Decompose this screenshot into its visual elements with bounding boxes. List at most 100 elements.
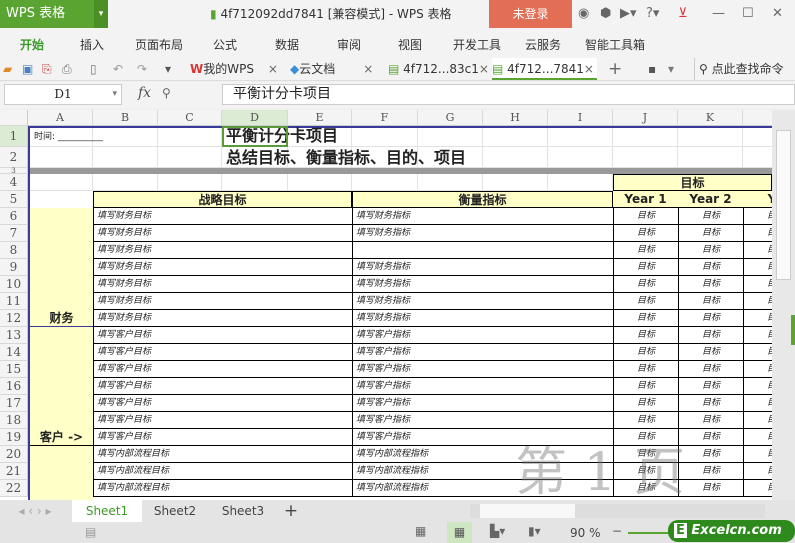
- screen-icon[interactable]: ▪: [648, 58, 656, 80]
- strategy-cell[interactable]: 填写客户目标: [93, 327, 352, 344]
- measure-cell[interactable]: 填写客户指标: [352, 327, 613, 344]
- column-header-H[interactable]: H: [483, 110, 548, 126]
- target-cell[interactable]: 目标: [743, 310, 772, 327]
- export-icon[interactable]: ⎘: [42, 58, 52, 80]
- strategy-cell[interactable]: 填写财务目标: [93, 276, 352, 293]
- row-header-14[interactable]: 14: [0, 344, 28, 361]
- tab-view[interactable]: 视图: [398, 36, 422, 53]
- strategy-cell[interactable]: 填写内部流程目标: [93, 446, 352, 463]
- share-icon[interactable]: ▶▾: [620, 6, 637, 21]
- target-cell[interactable]: 目标: [613, 293, 678, 310]
- strategy-cell[interactable]: 填写客户目标: [93, 412, 352, 429]
- row-header-1[interactable]: 1: [0, 126, 28, 147]
- sheet-nav-arrows-icon[interactable]: ◂ ‹ › ▸: [5, 500, 65, 522]
- category-finance[interactable]: 财务: [30, 208, 93, 327]
- measure-cell[interactable]: 填写客户指标: [352, 361, 613, 378]
- strategy-cell[interactable]: 填写财务目标: [93, 293, 352, 310]
- target-header[interactable]: 目标: [613, 174, 772, 191]
- tab-formulas[interactable]: 公式: [213, 36, 237, 53]
- measure-cell[interactable]: 填写财务指标: [352, 225, 613, 242]
- row-header-19[interactable]: 19: [0, 429, 28, 446]
- vertical-scrollbar[interactable]: [772, 110, 795, 500]
- target-cell[interactable]: 目标: [613, 310, 678, 327]
- tab-data[interactable]: 数据: [275, 36, 299, 53]
- target-cell[interactable]: 目标: [743, 208, 772, 225]
- maximize-icon[interactable]: ☐: [742, 6, 754, 21]
- tab-insert[interactable]: 插入: [80, 36, 104, 53]
- target-cell[interactable]: 目标: [678, 344, 743, 361]
- sheet-tab-sheet1[interactable]: Sheet1: [72, 500, 142, 522]
- settings-icon[interactable]: ⬢: [600, 6, 611, 21]
- strategy-cell[interactable]: 填写客户目标: [93, 378, 352, 395]
- chevron-down-icon[interactable]: ▾: [94, 0, 108, 28]
- target-cell[interactable]: 目标: [613, 208, 678, 225]
- column-header-G[interactable]: G: [418, 110, 483, 126]
- help-icon[interactable]: ?▾: [646, 6, 659, 21]
- target-cell[interactable]: 目标: [743, 259, 772, 276]
- row-header-2[interactable]: 2: [0, 147, 28, 168]
- tab-home[interactable]: 开始: [20, 36, 44, 53]
- tab-developer[interactable]: 开发工具: [453, 36, 501, 53]
- tab-smart-tools[interactable]: 智能工具箱: [585, 36, 645, 53]
- measure-cell[interactable]: [352, 242, 613, 259]
- measure-cell[interactable]: 填写财务指标: [352, 293, 613, 310]
- column-header-A[interactable]: A: [28, 110, 93, 126]
- row-header-22[interactable]: 22: [0, 480, 28, 497]
- time-label[interactable]: 时间: __________: [31, 129, 103, 142]
- row-header-6[interactable]: 6: [0, 208, 28, 225]
- target-cell[interactable]: 目标: [613, 361, 678, 378]
- column-header-I[interactable]: I: [548, 110, 613, 126]
- more-dropdown-icon[interactable]: ▾: [165, 58, 171, 80]
- target-cell[interactable]: 目标: [613, 327, 678, 344]
- side-panel-handle[interactable]: [791, 315, 795, 345]
- target-cell[interactable]: 目标: [678, 480, 743, 497]
- strategy-cell[interactable]: 填写内部流程目标: [93, 480, 352, 497]
- save-icon[interactable]: ▣: [22, 58, 33, 80]
- row-header-21[interactable]: 21: [0, 463, 28, 480]
- row-header-12[interactable]: 12: [0, 310, 28, 327]
- doc-tab-file1[interactable]: ▤ 4f712...83c1×: [388, 58, 489, 80]
- target-cell[interactable]: 目标: [613, 378, 678, 395]
- formula-input[interactable]: 平衡计分卡项目: [222, 84, 795, 105]
- redo-icon[interactable]: ↷: [137, 58, 147, 80]
- zoom-out-icon[interactable]: −: [612, 524, 622, 538]
- undo-icon[interactable]: ↶: [113, 58, 123, 80]
- target-cell[interactable]: 目标: [678, 361, 743, 378]
- category-internal[interactable]: [30, 446, 93, 500]
- target-cell[interactable]: 目标: [743, 378, 772, 395]
- target-cell[interactable]: 目标: [678, 276, 743, 293]
- target-cell[interactable]: 目标: [743, 327, 772, 344]
- scrollbar-thumb[interactable]: [776, 130, 791, 280]
- row-header-4[interactable]: 4: [0, 174, 28, 191]
- row-header-16[interactable]: 16: [0, 378, 28, 395]
- row-header-20[interactable]: 20: [0, 446, 28, 463]
- row-header-10[interactable]: 10: [0, 276, 28, 293]
- target-cell[interactable]: 目标: [743, 412, 772, 429]
- target-cell[interactable]: 目标: [678, 293, 743, 310]
- target-cell[interactable]: 目标: [678, 225, 743, 242]
- column-header-K[interactable]: K: [678, 110, 743, 126]
- target-cell[interactable]: 目标: [678, 327, 743, 344]
- row-header-17[interactable]: 17: [0, 395, 28, 412]
- column-header-L[interactable]: [743, 110, 772, 126]
- measure-cell[interactable]: 填写财务指标: [352, 276, 613, 293]
- target-cell[interactable]: 目标: [613, 395, 678, 412]
- target-cell[interactable]: 目标: [678, 429, 743, 446]
- row-header-11[interactable]: 11: [0, 293, 28, 310]
- strategy-cell[interactable]: 填写客户目标: [93, 361, 352, 378]
- close-icon[interactable]: ×: [363, 62, 373, 76]
- open-icon[interactable]: ▰: [3, 58, 12, 80]
- target-cell[interactable]: 目标: [743, 480, 772, 497]
- strategy-cell[interactable]: 填写客户目标: [93, 429, 352, 446]
- column-header-J[interactable]: J: [613, 110, 678, 126]
- chevron-down-icon[interactable]: ▾: [112, 85, 117, 104]
- preview-icon[interactable]: ▯: [90, 58, 97, 80]
- minimize-icon[interactable]: —: [712, 6, 725, 21]
- target-cell[interactable]: 目标: [613, 344, 678, 361]
- download-icon[interactable]: ⊻: [678, 6, 688, 21]
- close-icon[interactable]: ×: [268, 62, 278, 76]
- measure-cell[interactable]: 填写客户指标: [352, 395, 613, 412]
- target-cell[interactable]: 目标: [613, 225, 678, 242]
- target-cell[interactable]: 目标: [743, 395, 772, 412]
- measure-cell[interactable]: 填写财务指标: [352, 310, 613, 327]
